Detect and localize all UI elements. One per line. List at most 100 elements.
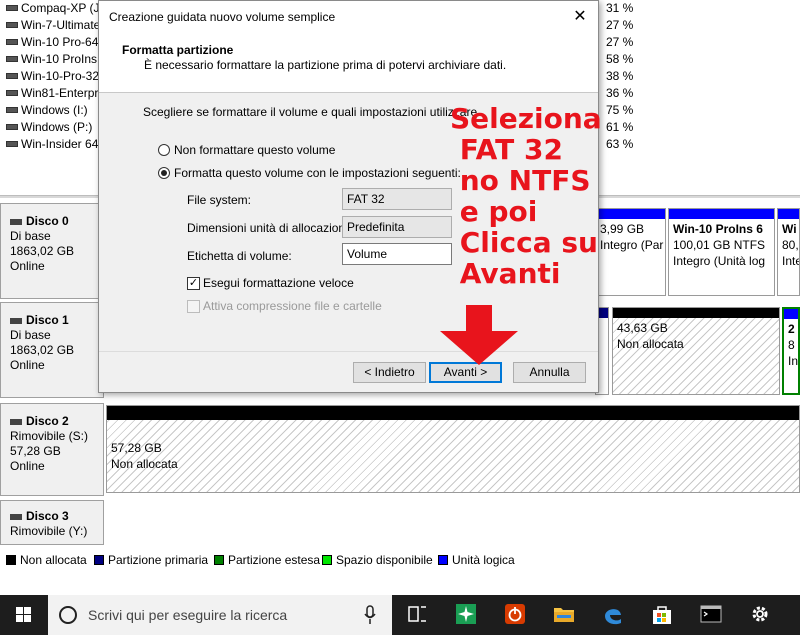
- annotation-line: Avanti: [450, 257, 561, 290]
- quick-format-label[interactable]: Esegui formattazione veloce: [203, 276, 354, 290]
- disk-icon: [10, 218, 22, 225]
- volume-name: Windows (P:): [21, 120, 93, 134]
- edge-app[interactable]: [588, 595, 636, 635]
- partition[interactable]: 3,99 GB Integro (Par: [595, 208, 666, 296]
- partition-bar: [107, 406, 799, 420]
- partition-title: Win-10 ProIns 6: [673, 222, 763, 236]
- partition-status: Inte: [782, 254, 799, 268]
- file-explorer-app[interactable]: [539, 595, 587, 635]
- legend-item: Spazio disponibile: [322, 553, 433, 567]
- taskbar-search-box[interactable]: Scrivi qui per eseguire la ricerca: [48, 595, 392, 635]
- disk-1-label[interactable]: Disco 1 Di base 1863,02 GB Online: [0, 302, 104, 398]
- partition-unallocated[interactable]: 57,28 GB Non allocata: [106, 405, 800, 493]
- dialog-titlebar[interactable]: Creazione guidata nuovo volume semplice …: [99, 1, 598, 33]
- drive-icon: [6, 22, 18, 28]
- partition-extended[interactable]: 2 8 In: [782, 307, 800, 395]
- drive-icon: [6, 5, 18, 11]
- format-label[interactable]: Formatta questo volume con le impostazio…: [174, 166, 461, 180]
- volume-free-pct: 27 %: [606, 35, 634, 49]
- partition-status: Integro (Unità log: [673, 254, 766, 268]
- windows-logo-icon: [16, 607, 31, 622]
- disk-status: Online: [10, 259, 45, 273]
- allocation-unit-select[interactable]: Predefinita: [342, 216, 452, 238]
- microphone-icon[interactable]: [364, 605, 376, 625]
- terminal-app[interactable]: [686, 595, 734, 635]
- search-placeholder: Scrivi qui per eseguire la ricerca: [88, 607, 288, 623]
- task-view-icon: [408, 606, 426, 622]
- disk-size: 1863,02 GB: [10, 244, 75, 258]
- volume-name: Win-10-Pro-32: [21, 69, 99, 83]
- volume-name: Win-Insider 64: [21, 137, 99, 151]
- gear-icon: [752, 606, 768, 622]
- drive-icon: [6, 141, 18, 147]
- instruction-annotation: Seleziona FAT 32 no NTFS e poi Clicca su…: [450, 103, 602, 289]
- disk-name: Disco 3: [26, 509, 69, 523]
- store-bag-icon: [653, 606, 671, 624]
- partition-bar: [778, 209, 799, 219]
- annotation-line: FAT 32: [450, 133, 563, 166]
- partition-size: 3,99 GB: [600, 222, 645, 236]
- legend-item: Partizione estesa: [214, 553, 320, 567]
- disk-name: Disco 0: [26, 214, 69, 228]
- drive-icon: [6, 73, 18, 79]
- legend-item: Unità logica: [438, 553, 515, 567]
- close-icon[interactable]: ✕: [571, 9, 589, 27]
- drive-icon: [6, 90, 18, 96]
- disk-0-label[interactable]: Disco 0 Di base 1863,02 GB Online: [0, 203, 104, 299]
- disk-2-label[interactable]: Disco 2 Rimovibile (S:) 57,28 GB Online: [0, 403, 104, 496]
- disk-icon: [10, 317, 22, 324]
- partition-title: 2: [788, 322, 795, 336]
- store-app[interactable]: [637, 595, 685, 635]
- partition-bar: [669, 209, 774, 219]
- task-view-button[interactable]: [392, 595, 440, 635]
- partition-unallocated[interactable]: 43,63 GB Non allocata: [612, 307, 780, 395]
- ccleaner-app[interactable]: [441, 595, 489, 635]
- dialog-title: Creazione guidata nuovo volume semplice: [109, 10, 336, 24]
- volume-free-pct: 58 %: [606, 52, 634, 66]
- annotation-line: Seleziona: [450, 102, 602, 135]
- file-system-select[interactable]: FAT 32: [342, 188, 452, 210]
- volume-label-input[interactable]: Volume: [342, 243, 452, 265]
- legend-label: Partizione primaria: [108, 553, 209, 567]
- format-radio[interactable]: [158, 167, 170, 179]
- legend-label: Unità logica: [452, 553, 515, 567]
- disk-icon: [10, 418, 22, 425]
- annotation-line: Clicca su: [450, 226, 598, 259]
- partition-bar: [596, 209, 665, 219]
- legend-item: Non allocata: [6, 553, 87, 567]
- no-format-radio[interactable]: [158, 144, 170, 156]
- partition-size: 43,63 GB: [617, 321, 668, 335]
- cancel-button[interactable]: Annulla: [513, 362, 586, 383]
- volume-name: Compaq-XP (J:): [21, 1, 99, 15]
- volume-free-pct: 38 %: [606, 69, 634, 83]
- volume-free-pct: 31 %: [606, 1, 634, 15]
- partition-size: 57,28 GB: [111, 441, 162, 455]
- wizard-heading: Formatta partizione: [122, 43, 234, 57]
- drive-icon: [6, 39, 18, 45]
- quick-format-checkbox[interactable]: ✓: [187, 277, 200, 290]
- drive-icon: [6, 56, 18, 62]
- terminal-icon: [700, 605, 722, 623]
- compression-checkbox[interactable]: [187, 300, 200, 313]
- back-button[interactable]: < Indietro: [353, 362, 426, 383]
- no-format-label[interactable]: Non formattare questo volume: [174, 143, 335, 157]
- power-app[interactable]: [490, 595, 538, 635]
- partition[interactable]: Wi 80, Inte: [777, 208, 800, 296]
- taskbar: Scrivi qui per eseguire la ricerca: [0, 595, 800, 635]
- disk-status: Online: [10, 459, 45, 473]
- legend-swatch: [438, 555, 448, 565]
- disk-icon: [10, 513, 22, 520]
- settings-app[interactable]: [735, 595, 783, 635]
- partition-status: In: [788, 354, 799, 368]
- red-arrow-down-icon: [440, 305, 518, 365]
- partition[interactable]: Win-10 ProIns 6 100,01 GB NTFS Integro (…: [668, 208, 775, 296]
- annotation-line: e poi: [450, 195, 538, 228]
- partition-title: Wi: [782, 222, 797, 236]
- disk-3-label[interactable]: Disco 3 Rimovibile (Y:): [0, 500, 104, 545]
- start-button[interactable]: [0, 595, 48, 635]
- footer-separator: [99, 351, 598, 352]
- allocation-unit-label: Dimensioni unità di allocazione:: [187, 221, 356, 235]
- volume-name: Win81-Enterprise: [21, 86, 99, 100]
- partition-status: Non allocata: [617, 337, 684, 351]
- volume-label-label: Etichetta di volume:: [187, 249, 292, 263]
